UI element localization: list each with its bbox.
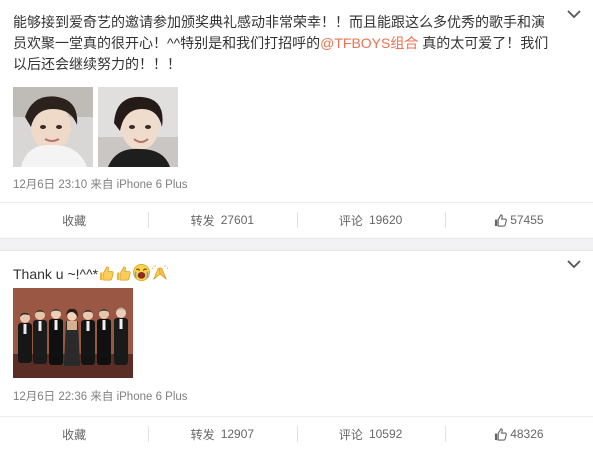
post-source: 来自 iPhone 6 Plus	[90, 179, 188, 191]
post-source: 来自 iPhone 6 Plus	[90, 391, 188, 403]
post-separator	[0, 238, 593, 251]
favorite-button[interactable]: 收藏	[0, 203, 148, 237]
like-count: 48326	[510, 427, 544, 441]
repost-button[interactable]: 转发 27601	[148, 203, 296, 237]
post-meta: 12月6日 23:10 来自 iPhone 6 Plus	[13, 176, 188, 192]
post-photo-1[interactable]	[13, 87, 93, 167]
thumbs-up-icon	[100, 266, 114, 281]
post-photo-2[interactable]	[98, 87, 178, 167]
chevron-down-icon[interactable]	[567, 9, 581, 19]
repost-label: 转发	[190, 427, 215, 442]
repost-count: 12907	[220, 427, 255, 441]
weibo-post-2: Thank u ~!^^* 12月6日 22:36 来自 iPhone 6 Pl…	[0, 251, 593, 446]
post-text-content: Thank u ~!^^*	[13, 266, 99, 282]
comment-button[interactable]: 评论 19620	[296, 203, 445, 237]
mention-link[interactable]: @TFBOYS组合	[320, 35, 418, 51]
like-count: 57455	[510, 213, 544, 227]
post-time[interactable]: 12月6日 22:36	[13, 391, 87, 403]
action-bar: 收藏 转发 27601 评论 19620 57455	[0, 202, 593, 237]
post-meta: 12月6日 22:36 来自 iPhone 6 Plus	[13, 388, 188, 404]
crying-face-icon	[133, 264, 151, 281]
post-photo-group[interactable]	[13, 288, 133, 378]
post-text: 能够接到爱奇艺的邀请参加颁奖典礼感动非常荣幸！！而且能跟这么多优秀的歌手和演员欢…	[13, 12, 553, 75]
favorite-label: 收藏	[62, 213, 87, 228]
comment-count: 10592	[368, 427, 403, 441]
thumbs-up-icon	[495, 427, 508, 441]
post-text: Thank u ~!^^*	[13, 263, 553, 285]
clap-hands-icon	[151, 265, 169, 280]
comment-label: 评论	[338, 427, 363, 442]
weibo-post-1: 能够接到爱奇艺的邀请参加颁奖典礼感动非常荣幸！！而且能跟这么多优秀的歌手和演员欢…	[0, 0, 593, 238]
thumbs-up-icon	[495, 213, 508, 227]
comment-label: 评论	[338, 213, 363, 228]
comment-count: 19620	[368, 213, 403, 227]
repost-count: 27601	[220, 213, 255, 227]
like-button[interactable]: 57455	[444, 203, 593, 237]
favorite-label: 收藏	[62, 427, 87, 442]
post-time[interactable]: 12月6日 23:10	[13, 179, 87, 191]
repost-label: 转发	[190, 213, 215, 228]
chevron-down-icon[interactable]	[567, 259, 581, 269]
thumbs-up-icon	[117, 266, 131, 281]
